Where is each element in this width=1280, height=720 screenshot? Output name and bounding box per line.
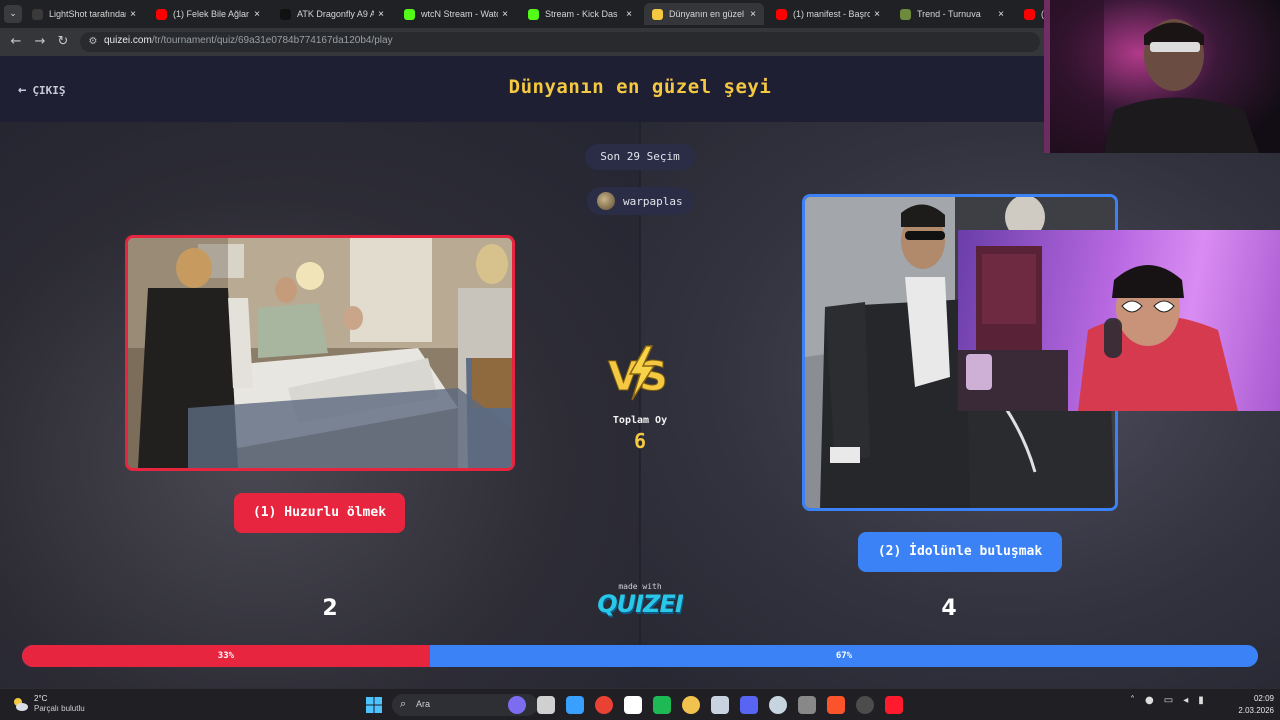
task-view-icon[interactable] xyxy=(537,696,555,714)
close-tab-icon[interactable]: × xyxy=(250,9,264,20)
address-bar[interactable]: ⚙ quizei.com/tr/tournament/quiz/69a31e07… xyxy=(80,32,1040,52)
total-votes-label: Toplam Oy xyxy=(612,415,668,426)
avatar xyxy=(597,192,615,210)
tab-search-icon[interactable]: ⌄ xyxy=(4,5,22,23)
volume-icon[interactable]: ◂ xyxy=(1183,695,1188,706)
tab-favicon-icon xyxy=(404,8,415,20)
choice-1-image[interactable] xyxy=(125,235,515,471)
obs-icon[interactable] xyxy=(798,696,816,714)
webcam-person-image xyxy=(1044,0,1259,153)
browser-tab[interactable]: Trend - Turnuva × xyxy=(892,3,1012,25)
clock-time: 02:09 xyxy=(1253,694,1274,703)
tab-favicon-icon xyxy=(156,8,167,20)
close-tab-icon[interactable]: × xyxy=(622,9,636,20)
os-taskbar: 2°C Parçalı bulutlu ⌕ Ara ˄ ● ▭ ◂ ▮ 02:0… xyxy=(0,688,1280,720)
weather-widget[interactable]: 2°C Parçalı bulutlu xyxy=(12,694,85,714)
vs-lightning-icon: VS xyxy=(608,345,668,401)
reload-icon[interactable]: ↻ xyxy=(55,34,71,50)
close-tab-icon[interactable]: × xyxy=(498,9,512,20)
tab-title: Stream - Kick Das xyxy=(545,9,618,19)
brave-icon[interactable] xyxy=(827,696,845,714)
chevron-up-icon[interactable]: ˄ xyxy=(1130,695,1135,706)
spotify-icon[interactable] xyxy=(653,696,671,714)
total-votes-value: 6 xyxy=(633,429,647,453)
game-launcher-icon[interactable] xyxy=(711,696,729,714)
hospital-scene-image xyxy=(128,238,512,468)
tab-favicon-icon xyxy=(900,8,911,20)
close-tab-icon[interactable]: × xyxy=(126,9,140,20)
quizei-logo[interactable]: QUIZEI xyxy=(590,590,690,618)
user-badge: warpaplas xyxy=(587,187,693,215)
weather-temp: 2°C xyxy=(34,694,48,703)
discord-icon[interactable] xyxy=(740,696,758,714)
tab-favicon-icon xyxy=(1024,8,1035,20)
microphone-icon[interactable]: ● xyxy=(1145,695,1154,706)
weather-description: Parçalı bulutlu xyxy=(34,704,85,713)
choice-2-result-fill: 67% xyxy=(429,645,1258,667)
webcam-overlay-right xyxy=(958,230,1280,411)
opera-icon[interactable] xyxy=(885,696,903,714)
back-icon[interactable]: ← xyxy=(8,34,24,50)
browser-tab[interactable]: LightShot tarafından × xyxy=(24,3,144,25)
tab-title: (1) manifest - Başrol xyxy=(793,9,870,19)
tab-favicon-icon xyxy=(528,8,539,20)
windows-start-icon[interactable] xyxy=(366,697,382,713)
steam-icon[interactable] xyxy=(769,696,787,714)
clock[interactable]: 02:09 2.03.2026 xyxy=(1222,693,1274,717)
choice-2-vote-count: 4 xyxy=(941,596,957,621)
browser-tab[interactable]: Dünyanın en güzel ş × xyxy=(644,3,764,25)
browser-tab[interactable]: ATK Dragonfly A9 Air × xyxy=(272,3,392,25)
tab-title: wtcN Stream - Watch xyxy=(421,9,498,19)
tab-favicon-icon xyxy=(776,8,787,20)
battery-icon[interactable]: ▮ xyxy=(1198,695,1204,706)
tab-title: Dünyanın en güzel ş xyxy=(669,9,746,19)
chrome-icon[interactable] xyxy=(595,696,613,714)
site-settings-icon[interactable]: ⚙ xyxy=(86,35,100,49)
url-text: quizei.com/tr/tournament/quiz/69a31e0784… xyxy=(104,35,393,46)
choice-2-button[interactable]: (2) İdolünle buluşmak xyxy=(858,532,1062,572)
close-tab-icon[interactable]: × xyxy=(994,9,1008,20)
browser-tab[interactable]: Stream - Kick Das × xyxy=(520,3,640,25)
browser-tab[interactable]: (1) manifest - Başrol × xyxy=(768,3,888,25)
tab-favicon-icon xyxy=(32,8,43,20)
vote-result-bar: 33% 67% xyxy=(22,645,1258,667)
close-tab-icon[interactable]: × xyxy=(374,9,388,20)
search-icon: ⌕ xyxy=(400,697,407,710)
search-placeholder: Ara xyxy=(416,699,431,709)
username: warpaplas xyxy=(623,194,683,208)
tab-favicon-icon xyxy=(652,8,663,20)
tab-favicon-icon xyxy=(280,8,291,20)
webcam-person-image xyxy=(958,246,1238,411)
choice-1-vote-count: 2 xyxy=(322,596,338,621)
browser-tab[interactable]: (1) Felek Bile Ağlar O × xyxy=(148,3,268,25)
forward-icon[interactable]: → xyxy=(32,34,48,50)
system-tray: ˄ ● ▭ ◂ ▮ xyxy=(1130,695,1204,706)
tab-title: ATK Dragonfly A9 Air xyxy=(297,9,374,19)
copilot-icon[interactable] xyxy=(566,696,584,714)
network-icon[interactable]: ▭ xyxy=(1164,695,1173,706)
tab-title: Trend - Turnuva xyxy=(917,9,981,19)
round-badge: Son 29 Seçim xyxy=(585,144,695,170)
tab-title: (1) Felek Bile Ağlar O xyxy=(173,9,250,19)
twitch-icon[interactable] xyxy=(624,696,642,714)
file-browser-icon[interactable] xyxy=(508,696,526,714)
tab-title: LightShot tarafından xyxy=(49,9,126,19)
browser-tab[interactable]: wtcN Stream - Watch × xyxy=(396,3,516,25)
choice-1-result-fill: 33% xyxy=(22,645,430,667)
close-tab-icon[interactable]: × xyxy=(870,9,884,20)
close-tab-icon[interactable]: × xyxy=(746,9,760,20)
partly-cloudy-icon xyxy=(14,698,28,711)
folder-icon[interactable] xyxy=(682,696,700,714)
webcam-overlay-top xyxy=(1044,0,1280,153)
choice-1-percent: 33% xyxy=(217,651,235,661)
terminal-icon[interactable] xyxy=(856,696,874,714)
clock-date: 2.03.2026 xyxy=(1238,706,1274,715)
choice-2-percent: 67% xyxy=(835,651,853,661)
choice-1-button[interactable]: (1) Huzurlu ölmek xyxy=(234,493,405,533)
